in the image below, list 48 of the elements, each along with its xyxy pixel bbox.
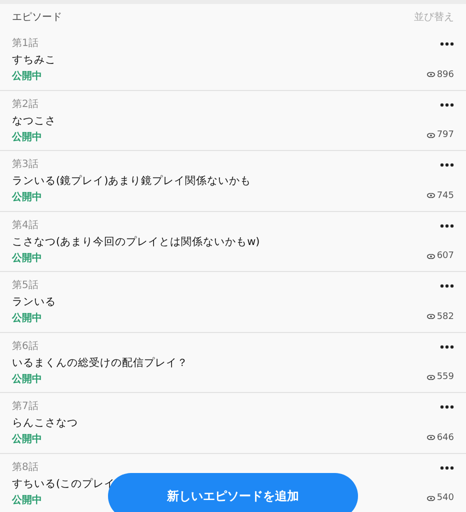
episode-number: 第2話	[12, 98, 38, 110]
episode-title[interactable]: こさなつ(あまり今回のプレイとは関係ないかもw)	[12, 234, 260, 250]
episode-title[interactable]: ランいる(鏡プレイ)あまり鏡プレイ関係ないかも	[12, 173, 252, 189]
episode-title[interactable]: なつこさ	[12, 112, 56, 128]
episode-status: 公開中	[12, 372, 42, 386]
more-icon[interactable]	[440, 344, 454, 348]
eye-icon	[426, 435, 435, 440]
more-icon[interactable]	[440, 284, 454, 288]
eye-icon	[426, 72, 435, 77]
episode-title[interactable]: ランいる	[12, 294, 56, 310]
view-number: 745	[436, 190, 454, 200]
eye-icon	[426, 193, 435, 198]
more-icon[interactable]	[440, 42, 454, 46]
episode-number: 第7話	[12, 401, 38, 413]
episode-number: 第8話	[12, 462, 38, 474]
view-number: 582	[436, 312, 454, 322]
view-number: 896	[436, 70, 454, 80]
section-title: エピソード	[12, 11, 62, 24]
episode-number: 第5話	[12, 280, 38, 292]
more-icon[interactable]	[440, 405, 454, 409]
eye-icon	[426, 374, 435, 380]
episode-number: 第1話	[12, 38, 38, 50]
view-number: 540	[436, 493, 454, 503]
episode-status: 公開中	[12, 130, 42, 144]
more-icon[interactable]	[440, 224, 454, 228]
episode-number: 第3話	[12, 159, 38, 171]
episode-status: 公開中	[12, 312, 42, 326]
more-icon[interactable]	[440, 466, 454, 470]
episode-status: 公開中	[12, 191, 42, 205]
eye-icon	[426, 314, 435, 319]
episode-title[interactable]: すちみこ	[12, 52, 56, 68]
episode-title[interactable]: いるまくんの総受けの配信プレイ？	[12, 354, 188, 370]
episode-title[interactable]: らんこさなつ	[12, 415, 78, 431]
view-number: 607	[436, 251, 454, 261]
view-number: 646	[436, 432, 454, 442]
episode-status: 公開中	[12, 70, 42, 84]
eye-icon	[426, 254, 435, 258]
more-icon[interactable]	[440, 102, 454, 106]
eye-icon	[426, 132, 435, 138]
episode-status: 公開中	[12, 494, 42, 508]
episode-status: 公開中	[12, 252, 42, 266]
eye-icon	[426, 496, 435, 500]
more-icon[interactable]	[440, 163, 454, 167]
view-number: 797	[436, 130, 454, 140]
view-number: 559	[436, 372, 454, 382]
episode-status: 公開中	[12, 433, 42, 447]
episode-number: 第4話	[12, 220, 38, 232]
episode-number: 第6話	[12, 340, 38, 352]
